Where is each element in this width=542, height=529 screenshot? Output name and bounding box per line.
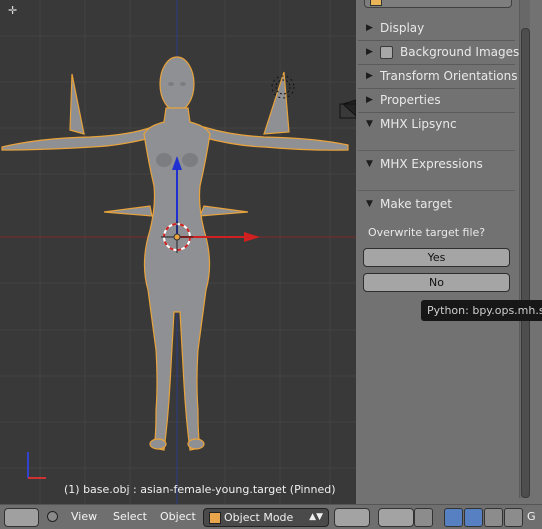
- panel-display[interactable]: ▶ Display: [358, 17, 515, 41]
- panel-label: MHX Expressions: [380, 157, 483, 171]
- viewport-status-text: (1) base.obj : asian-female-young.target…: [64, 483, 336, 496]
- menu-select[interactable]: Select: [113, 510, 147, 523]
- python-tooltip: Python: bpy.ops.mh.skip: [421, 300, 542, 321]
- panel-mhx-lipsync[interactable]: ▼ MHX Lipsync: [358, 113, 515, 136]
- editor-type-button[interactable]: [4, 508, 39, 527]
- mode-label: Object Mode: [224, 511, 294, 524]
- top-field-icon: [370, 0, 382, 6]
- collapse-arrow-icon: ▶: [366, 23, 373, 33]
- axis-gizmo-icon: [27, 452, 46, 479]
- panel-divider: [358, 190, 515, 191]
- mode-selector[interactable]: Object Mode ▲▼: [203, 508, 329, 527]
- top-field[interactable]: [364, 0, 512, 8]
- translate-manipulator-icon[interactable]: [444, 508, 463, 527]
- dropdown-arrows-icon: ▲▼: [309, 512, 323, 522]
- character-mesh: [1, 56, 349, 451]
- panel-properties[interactable]: ▶ Properties: [358, 89, 515, 113]
- header-overflow-text: G: [527, 510, 536, 523]
- rotate-manipulator-icon[interactable]: [464, 508, 483, 527]
- panel-background-images[interactable]: ▶ Background Images: [358, 41, 519, 65]
- panel-transform-orientations[interactable]: ▶ Transform Orientations: [358, 65, 518, 89]
- panel-scrollbar[interactable]: [519, 0, 530, 498]
- menu-object[interactable]: Object: [160, 510, 196, 523]
- viewport-canvas: [0, 0, 356, 504]
- manipulator-toggle-icon[interactable]: [414, 508, 433, 527]
- collapse-arrow-icon: ▶: [366, 71, 373, 81]
- panel-label: Background Images: [400, 45, 520, 59]
- panel-label: Display: [380, 21, 425, 35]
- scale-manipulator-icon[interactable]: [484, 508, 503, 527]
- yes-button[interactable]: Yes: [363, 248, 510, 267]
- viewport-header: View Select Object Object Mode ▲▼ G: [0, 504, 542, 529]
- collapse-arrow-icon: ▶: [366, 47, 373, 57]
- panel-divider: [358, 150, 515, 151]
- panel-label: Properties: [380, 93, 441, 107]
- orientation-icon[interactable]: [504, 508, 523, 527]
- panel-label: Make target: [380, 197, 452, 211]
- overwrite-question: Overwrite target file?: [368, 226, 486, 239]
- background-images-checkbox[interactable]: [380, 46, 393, 59]
- collapse-arrow-icon: ▶: [366, 95, 373, 105]
- panel-make-target[interactable]: ▼ Make target: [358, 193, 515, 216]
- scrollbar-thumb[interactable]: [521, 28, 530, 498]
- panel-label: MHX Lipsync: [380, 117, 457, 131]
- expand-arrow-icon: ▼: [366, 119, 373, 129]
- expand-arrow-icon: ▼: [366, 199, 373, 209]
- 3d-viewport[interactable]: ✛ (1) base.obj : asian-female-young.targ…: [0, 0, 356, 504]
- menu-view[interactable]: View: [71, 510, 97, 523]
- pivot-point-button[interactable]: [378, 508, 414, 527]
- object-mode-icon: [209, 512, 221, 524]
- viewport-shading-button[interactable]: [334, 508, 370, 527]
- panel-label: Transform Orientations: [380, 69, 518, 83]
- collapse-menu-icon[interactable]: [47, 511, 58, 522]
- expand-arrow-icon: ▼: [366, 159, 373, 169]
- camera-icon: [339, 99, 356, 119]
- panel-mhx-expressions[interactable]: ▼ MHX Expressions: [358, 153, 515, 176]
- properties-side-panel: ▶ Display ▶ Background Images ▶ Transfor…: [356, 0, 542, 504]
- view-plus-icon[interactable]: ✛: [8, 4, 17, 17]
- no-button[interactable]: No: [363, 273, 510, 292]
